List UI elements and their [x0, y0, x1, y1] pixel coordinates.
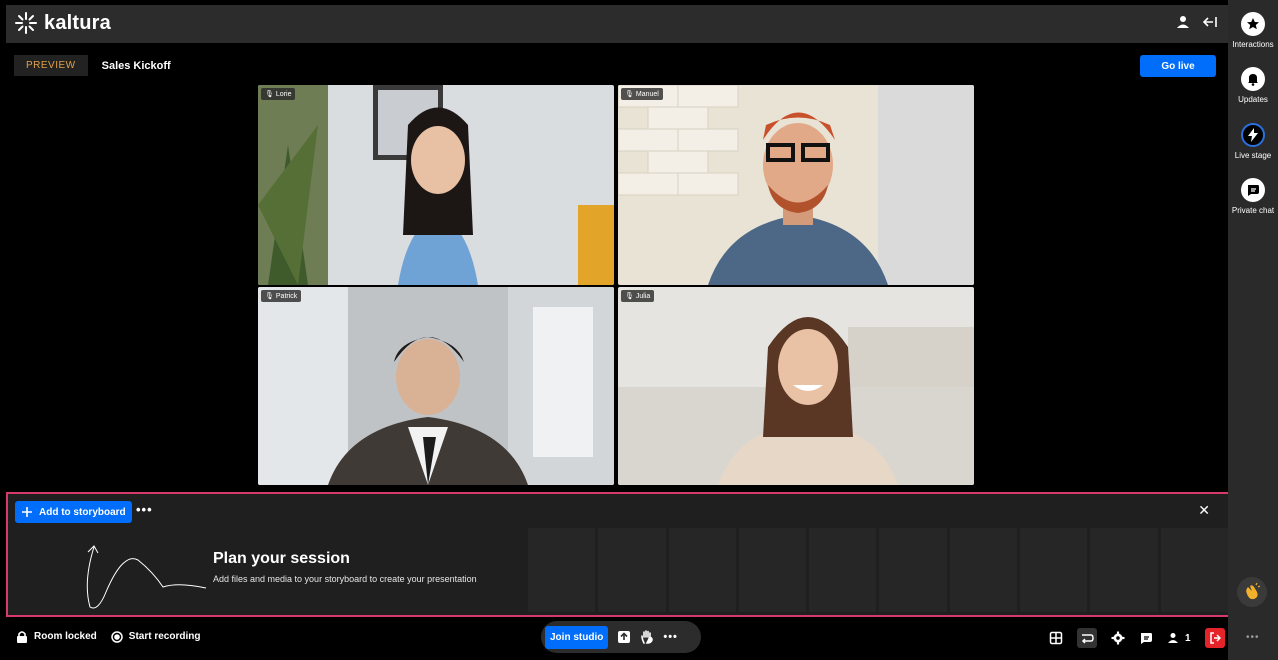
participant-label: 🎙 Lorie: [261, 88, 296, 100]
participant-video: [618, 85, 974, 285]
settings-gear-icon[interactable]: [1111, 631, 1125, 645]
user-icon: [1168, 633, 1178, 643]
start-recording-button[interactable]: Start recording: [111, 630, 200, 643]
main-area: kaltura PREVIEW Sales Kickoff Go live 🎙 L…: [0, 0, 1230, 660]
session-title: Sales Kickoff: [101, 59, 171, 72]
participant-label: 🎙 Manuel: [621, 88, 663, 100]
plus-icon: [22, 507, 32, 517]
participants-button[interactable]: 1: [1167, 632, 1191, 644]
rail-more-button[interactable]: •••: [1246, 632, 1260, 643]
lock-icon: [17, 631, 27, 643]
record-icon: [111, 630, 123, 643]
mic-icon: 🎙: [625, 293, 634, 300]
video-tile[interactable]: 🎙 Manuel: [618, 85, 974, 285]
participant-video: [258, 287, 614, 485]
user-icon[interactable]: [1176, 15, 1190, 29]
right-rail: Interactions Updates Live stage Private …: [1228, 0, 1278, 660]
video-grid: 🎙 Lorie 🎙 Manuel 🎙 Patrick 🎙 Julia: [258, 85, 974, 487]
layout-grid-icon[interactable]: [1049, 631, 1063, 645]
rail-item-interactions[interactable]: Interactions: [1228, 12, 1278, 49]
brand-name: kaltura: [44, 11, 111, 34]
rail-item-live-stage[interactable]: Live stage: [1228, 123, 1278, 160]
star-icon: [1241, 12, 1265, 36]
storyboard-placeholder-strip: [528, 528, 1228, 612]
raise-hand-icon[interactable]: [640, 630, 654, 644]
rail-item-private-chat[interactable]: Private chat: [1228, 178, 1278, 215]
storyboard-panel: Add to storyboard ••• ✕ Plan your sessio…: [6, 492, 1230, 617]
go-live-button[interactable]: Go live: [1140, 55, 1216, 77]
participant-label: 🎙 Patrick: [261, 290, 302, 302]
lightning-icon: [1241, 123, 1265, 147]
studio-controls: Join studio •••: [541, 621, 701, 653]
video-tile[interactable]: 🎙 Julia: [618, 287, 974, 485]
video-tile[interactable]: 🎙 Patrick: [258, 287, 614, 485]
video-tile[interactable]: 🎙 Lorie: [258, 85, 614, 285]
rail-item-updates[interactable]: Updates: [1228, 67, 1278, 104]
join-studio-button[interactable]: Join studio: [545, 625, 609, 649]
storyboard-more-button[interactable]: •••: [136, 502, 153, 517]
participant-video: [258, 85, 614, 285]
participant-video: [618, 287, 974, 485]
mic-icon: 🎙: [265, 91, 274, 98]
participant-label: 🎙 Julia: [621, 290, 655, 302]
bottom-bar: Room locked Start recording Join studio …: [0, 620, 1228, 660]
room-locked-toggle[interactable]: Room locked: [16, 630, 97, 643]
leave-icon[interactable]: [1204, 628, 1225, 648]
share-screen-icon[interactable]: [617, 630, 631, 644]
chat-icon[interactable]: [1139, 631, 1153, 645]
exit-panel-icon[interactable]: [1202, 15, 1218, 29]
top-bar: kaltura: [6, 5, 1228, 43]
preview-badge: PREVIEW: [14, 55, 88, 76]
kaltura-logo: kaltura: [14, 11, 111, 35]
more-options-button[interactable]: •••: [663, 631, 678, 643]
storyboard-toggle-icon[interactable]: [1077, 628, 1097, 648]
mic-icon: 🎙: [265, 293, 274, 300]
bell-icon: [1241, 67, 1265, 91]
kaltura-logo-icon: [15, 12, 37, 34]
close-icon[interactable]: ✕: [1198, 502, 1210, 519]
storyboard-title: Plan your session: [213, 550, 350, 567]
mic-icon: 🎙: [625, 91, 634, 98]
add-to-storyboard-button[interactable]: Add to storyboard: [15, 501, 132, 523]
chat-icon: [1241, 178, 1265, 202]
decorative-curve-icon: [86, 545, 207, 609]
reaction-clap-icon[interactable]: [1237, 577, 1267, 607]
storyboard-subtitle: Add files and media to your storyboard t…: [213, 574, 477, 584]
